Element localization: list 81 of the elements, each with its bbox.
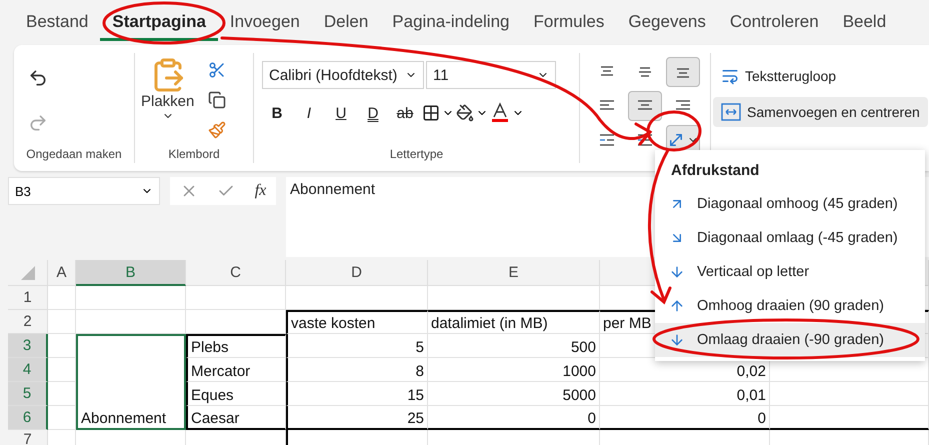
- annotation-circle: [646, 110, 702, 152]
- arrow-icon: [669, 264, 685, 280]
- wrap-text-button[interactable]: Tekstterugloop: [713, 61, 844, 91]
- arrow-icon: [669, 332, 685, 348]
- name-box[interactable]: B3: [8, 177, 160, 205]
- font-name-field[interactable]: Calibri (Hoofdtekst): [262, 61, 424, 89]
- column-header[interactable]: E: [428, 260, 600, 286]
- ribbon-tab[interactable]: Startpagina: [100, 4, 218, 41]
- table-cell: vaste kosten: [286, 310, 428, 334]
- column-header[interactable]: A: [48, 260, 76, 286]
- strike-button[interactable]: ab: [390, 99, 420, 127]
- orientation-icon: [667, 131, 685, 149]
- font-color-icon[interactable]: [490, 102, 510, 124]
- table-cell: 0: [428, 406, 600, 430]
- row-header[interactable]: 7: [8, 430, 48, 445]
- italic-button[interactable]: I: [294, 99, 324, 127]
- table-cell: 5: [286, 334, 428, 358]
- table-cell: Plebs: [186, 334, 286, 358]
- fill-color-icon[interactable]: [456, 104, 474, 122]
- table-cell: Abonnement: [76, 334, 186, 430]
- menu-item[interactable]: Omlaag draaien (-90 graden): [655, 323, 925, 357]
- table-cell: Caesar: [186, 406, 286, 430]
- menu-item[interactable]: Diagonaal omlaag (-45 graden): [655, 221, 925, 255]
- ribbon-tab[interactable]: Bestand: [14, 4, 100, 41]
- merge-icon: [721, 103, 741, 121]
- undo-icon[interactable]: [28, 68, 48, 88]
- group-label: Lettertype: [388, 147, 444, 163]
- ribbon-tab[interactable]: Controleren: [718, 4, 831, 41]
- merge-center-button[interactable]: Samenvoegen en centreren: [713, 97, 928, 127]
- table-cell: [48, 358, 76, 382]
- underline-button[interactable]: U: [326, 99, 356, 127]
- ribbon-tab[interactable]: Formules: [522, 4, 616, 41]
- ribbon-tab[interactable]: Delen: [312, 4, 380, 41]
- arrow-icon: [669, 298, 685, 314]
- table-cell: [48, 382, 76, 406]
- table-cell: 0,01: [600, 382, 770, 406]
- corner-triangle-icon: [20, 266, 34, 280]
- table-cell: [48, 286, 76, 310]
- table-cell: [48, 334, 76, 358]
- table-cell: 500: [428, 334, 600, 358]
- brush-icon[interactable]: [208, 121, 226, 139]
- column-header[interactable]: B: [76, 260, 186, 286]
- group-label: Klembord: [167, 147, 221, 163]
- row-header[interactable]: 1: [8, 286, 48, 310]
- table-cell: 1000: [428, 358, 600, 382]
- ribbon-tab[interactable]: Gegevens: [616, 4, 718, 41]
- table-cell: Eques: [186, 382, 286, 406]
- double-button[interactable]: D: [358, 99, 388, 127]
- row-header[interactable]: 2: [8, 310, 48, 334]
- row-header[interactable]: 5: [8, 382, 48, 406]
- ribbon-tab[interactable]: Pagina-indeling: [380, 4, 522, 41]
- ribbon-tab[interactable]: Beeld: [830, 4, 898, 41]
- menu-item[interactable]: Diagonaal omhoog (45 graden): [655, 187, 925, 221]
- table-cell: [48, 406, 76, 430]
- row-header[interactable]: 3: [8, 334, 48, 358]
- column-header[interactable]: C: [186, 260, 286, 286]
- row-header[interactable]: 6: [8, 406, 48, 430]
- table-cell: 0: [600, 406, 770, 430]
- borders-icon[interactable]: [422, 104, 440, 122]
- table-cell: datalimiet (in MB): [428, 310, 600, 334]
- table-cell: Mercator: [186, 358, 286, 382]
- column-header[interactable]: D: [286, 260, 428, 286]
- bold-button[interactable]: B: [262, 99, 292, 127]
- insert-function-button[interactable]: fx: [254, 182, 266, 200]
- row-header[interactable]: 4: [8, 358, 48, 382]
- table-cell: 15: [286, 382, 428, 406]
- font-size-field[interactable]: 11: [426, 61, 556, 89]
- paste-button[interactable]: Plakken: [135, 53, 200, 147]
- table-cell: 25: [286, 406, 428, 430]
- menu-item[interactable]: Verticaal op letter: [655, 255, 925, 289]
- group-label: Ongedaan maken: [25, 147, 123, 163]
- copy-icon[interactable]: [208, 91, 226, 109]
- table-cell: 5000: [428, 382, 600, 406]
- menu-item[interactable]: Omhoog draaien (90 graden): [655, 289, 925, 323]
- bottom-align-button[interactable]: [666, 57, 700, 87]
- table-cell: 8: [286, 358, 428, 382]
- wrap-icon: [721, 67, 739, 85]
- ribbon-tab[interactable]: Invoegen: [218, 4, 312, 41]
- center-align-button[interactable]: [628, 91, 662, 121]
- table-cell: [48, 310, 76, 334]
- cut-icon[interactable]: [208, 61, 226, 79]
